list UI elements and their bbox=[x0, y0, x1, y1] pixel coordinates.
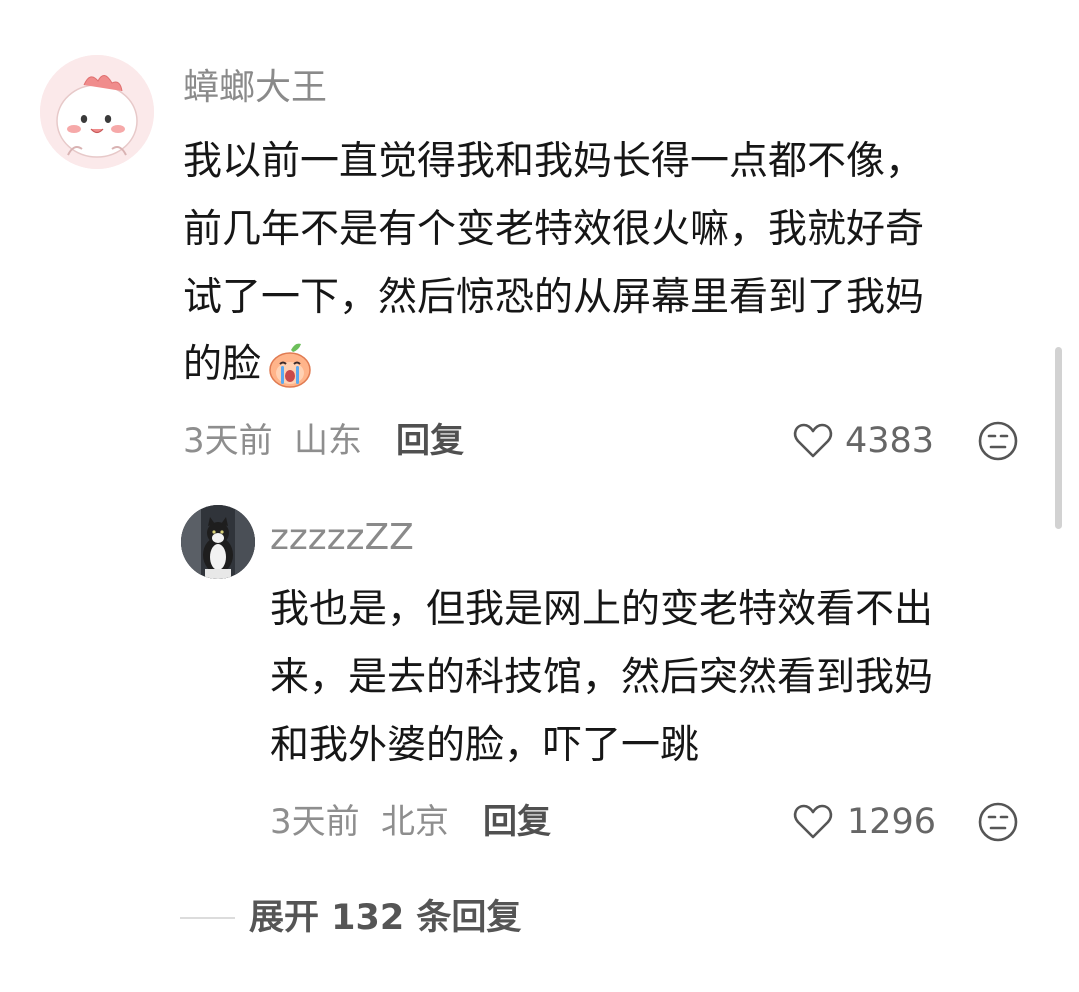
comment-last-line: 的脸 bbox=[183, 340, 315, 390]
dislike-button[interactable] bbox=[977, 420, 1019, 462]
reply-text-line: 和我外婆的脸，吓了一跳 bbox=[270, 723, 700, 768]
expand-divider bbox=[180, 917, 235, 919]
reply-username[interactable]: zzzzzZZ bbox=[270, 516, 414, 560]
comment-time: 3天前 bbox=[183, 421, 273, 461]
unhappy-face-icon bbox=[978, 802, 1018, 842]
comment-location: 山东 bbox=[294, 421, 362, 461]
heart-outline-icon bbox=[793, 804, 833, 839]
reply-text-line: 来，是去的科技馆，然后突然看到我妈 bbox=[270, 655, 934, 700]
reply-button[interactable]: 回复 bbox=[396, 419, 464, 463]
expand-replies-button[interactable]: 展开 132 条回复 bbox=[249, 896, 521, 940]
comment-text-line: 的脸 bbox=[183, 342, 262, 387]
cat-photo-avatar bbox=[181, 505, 255, 579]
reply-time: 3天前 bbox=[270, 802, 360, 842]
comment-username[interactable]: 蟑螂大王 bbox=[183, 66, 327, 110]
reply-text-line: 我也是，但我是网上的变老特效看不出 bbox=[270, 587, 934, 632]
reply-avatar[interactable] bbox=[181, 505, 255, 579]
comment-text-line: 我以前一直觉得我和我妈长得一点都不像， bbox=[183, 139, 925, 184]
unhappy-face-icon bbox=[978, 421, 1018, 461]
like-button[interactable] bbox=[792, 420, 834, 462]
reply-dislike-button[interactable] bbox=[977, 801, 1019, 843]
avatar[interactable] bbox=[40, 55, 154, 169]
like-count: 4383 bbox=[845, 421, 935, 461]
comment-text-line: 前几年不是有个变老特效很火嘛，我就好奇 bbox=[183, 207, 925, 252]
crying-peach-emoji-icon bbox=[265, 340, 315, 390]
scrollbar[interactable] bbox=[1055, 347, 1062, 529]
comment-text-line: 试了一下，然后惊恐的从屏幕里看到了我妈 bbox=[183, 275, 925, 320]
reply-reply-button[interactable]: 回复 bbox=[483, 800, 551, 844]
heart-outline-icon bbox=[793, 423, 833, 458]
reply-like-button[interactable] bbox=[792, 801, 834, 843]
cartoon-avatar-icon bbox=[40, 55, 154, 169]
reply-like-count: 1296 bbox=[847, 802, 937, 842]
reply-location: 北京 bbox=[381, 802, 449, 842]
